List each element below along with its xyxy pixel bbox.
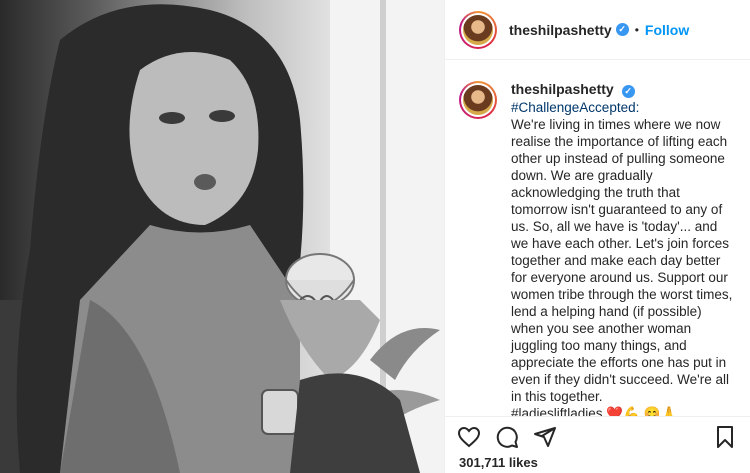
caption-hashtag[interactable]: #ChallengeAccepted: [511, 99, 737, 116]
caption: theshilpashetty ✓ #ChallengeAccepted: We… [511, 81, 737, 416]
likes-label: likes [508, 455, 538, 470]
username-link[interactable]: theshilpashetty [509, 22, 612, 38]
caption-area: theshilpashetty ✓ #ChallengeAccepted: We… [445, 61, 750, 416]
verified-badge-icon: ✓ [615, 23, 629, 36]
post-photo[interactable] [0, 0, 444, 473]
avatar-image [463, 14, 493, 45]
likes-number: 301,711 [459, 455, 506, 470]
post-side-panel: theshilpashetty ✓ • Follow theshilpashet… [444, 0, 750, 473]
caption-username[interactable]: theshilpashetty [511, 81, 614, 97]
separator-dot: • [634, 22, 639, 37]
share-icon[interactable] [533, 425, 557, 449]
avatar[interactable] [459, 10, 497, 49]
caption-avatar[interactable] [459, 81, 497, 119]
photo-illustration [0, 0, 444, 473]
follow-button[interactable]: Follow [645, 22, 689, 38]
caption-body: We're living in times where we now reali… [511, 117, 733, 404]
likes-count[interactable]: 301,711 likes [459, 455, 538, 470]
heart-icon[interactable] [457, 425, 481, 449]
comment-icon[interactable] [495, 425, 519, 449]
action-bar [445, 416, 750, 456]
caption-username-line: theshilpashetty ✓ [511, 81, 737, 98]
verified-badge-icon: ✓ [621, 85, 635, 98]
caption-tail: #ladiesliftladies ❤️💪 😊🙏 [511, 406, 678, 416]
avatar-image [463, 85, 493, 115]
instagram-post: theshilpashetty ✓ • Follow theshilpashet… [0, 0, 750, 473]
post-header: theshilpashetty ✓ • Follow [445, 0, 750, 60]
bookmark-icon[interactable] [713, 425, 737, 449]
